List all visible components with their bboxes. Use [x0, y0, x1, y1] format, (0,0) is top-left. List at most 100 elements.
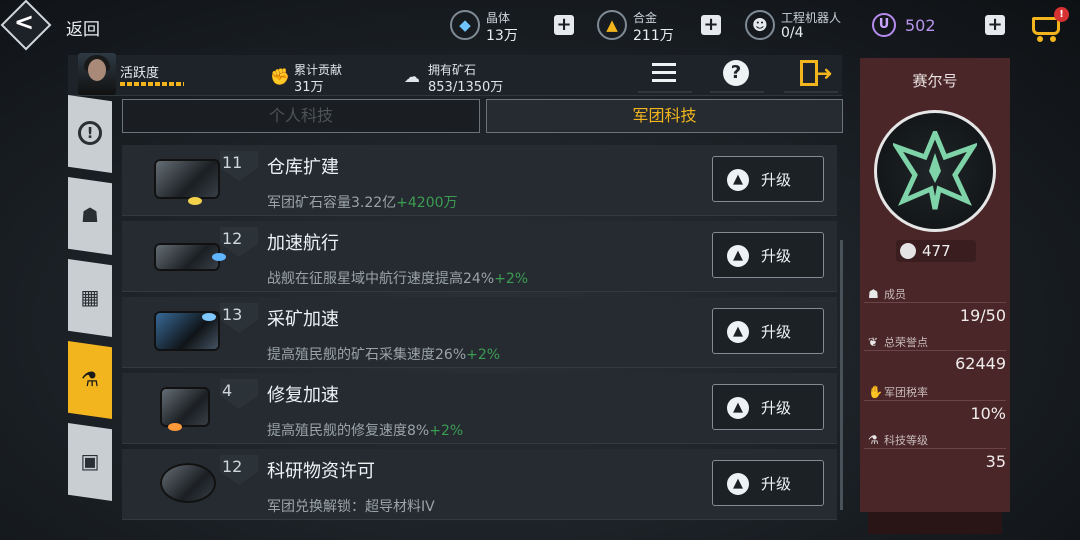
- tech-name: 加速航行: [267, 233, 339, 254]
- robot-label: 工程机器人: [781, 11, 842, 25]
- person-icon: ☗: [81, 203, 99, 227]
- back-label[interactable]: 返回: [66, 15, 100, 40]
- panel-bottom: [868, 512, 1002, 534]
- shop-cart-button[interactable]: !: [1030, 7, 1069, 43]
- back-arrow-icon[interactable]: <: [14, 8, 34, 36]
- alloy-icon: ▲: [597, 10, 627, 40]
- upgrade-button[interactable]: ▲ 升级: [712, 308, 824, 354]
- wings-icon: ❦: [868, 335, 879, 349]
- add-alloy-button[interactable]: +: [701, 15, 721, 35]
- alloy-label: 合金: [633, 11, 658, 25]
- side-nav: ! ☗ ▦ ⚗ ▣: [68, 95, 112, 515]
- hand-card-icon: ▣: [80, 449, 100, 473]
- nav-tab-base[interactable]: ▦: [68, 259, 112, 337]
- upgrade-arrow-icon: ▲: [727, 321, 749, 343]
- robot-icon: ☻: [745, 10, 775, 40]
- upgrade-button[interactable]: ▲ 升级: [712, 384, 824, 430]
- tech-level-value: 35: [985, 452, 1006, 471]
- list-icon: [652, 63, 676, 83]
- player-info-strip: 活跃度 ✊ 累计贡献 31万 ☁ 拥有矿石 853/1350万 ? ➜: [68, 53, 842, 96]
- tech-name: 仓库扩建: [267, 157, 339, 178]
- alert-icon: !: [78, 121, 102, 145]
- tech-level: 12: [222, 229, 243, 248]
- scrollbar[interactable]: [840, 240, 843, 510]
- tech-level: 13: [222, 305, 243, 324]
- honor-label: ❦ 总荣誉点: [868, 335, 928, 349]
- crystal-resource: ◆ 晶体 13万: [450, 8, 550, 44]
- nav-tab-shop[interactable]: ▣: [68, 423, 112, 501]
- crystal-label: 晶体: [486, 11, 511, 25]
- tech-row: 12 科研物资许可 军团兑换解锁：超导材料IV ▲ 升级: [122, 449, 837, 520]
- add-premium-button[interactable]: +: [985, 15, 1005, 35]
- building-icon: ▦: [80, 285, 100, 309]
- members-value: 19/50: [959, 306, 1006, 325]
- contribution-value: 31万: [294, 80, 324, 95]
- honor-value: 62449: [955, 354, 1006, 373]
- legion-score: 477: [896, 240, 976, 262]
- tech-description: 战舰在征服星域中航行速度提高24%+2%: [267, 271, 529, 287]
- tech-description: 提高殖民舰的矿石采集速度26%+2%: [267, 347, 501, 363]
- ore-icon: ☁: [404, 67, 420, 86]
- add-crystal-button[interactable]: +: [554, 15, 574, 35]
- microscope-icon: ⚗: [868, 433, 879, 447]
- legion-panel: 赛尔号 477 ☗ 成员 19/50 ❦ 总荣誉点 62449 ✋军团税率 10% …: [860, 58, 1010, 534]
- alloy-value: 211万: [633, 28, 674, 44]
- tab-personal-tech[interactable]: 个人科技: [122, 99, 480, 133]
- upgrade-button[interactable]: ▲ 升级: [712, 232, 824, 278]
- premium-currency-value: 502: [905, 16, 936, 35]
- ore-value: 853/1350万: [428, 80, 504, 95]
- tech-bonus: +2%: [466, 347, 501, 363]
- cart-wheel-icon: [1037, 36, 1043, 42]
- avatar[interactable]: [78, 53, 116, 95]
- tech-level: 12: [222, 457, 243, 476]
- upgrade-arrow-icon: ▲: [727, 397, 749, 419]
- tech-row: 4 修复加速 提高殖民舰的修复速度8%+2% ▲ 升级: [122, 373, 837, 444]
- tech-level: 4: [222, 381, 233, 400]
- tax-value: 10%: [970, 404, 1006, 423]
- premium-currency-icon: U: [872, 13, 896, 37]
- upgrade-button[interactable]: ▲ 升级: [712, 156, 824, 202]
- upgrade-arrow-icon: ▲: [727, 169, 749, 191]
- help-button[interactable]: ?: [710, 57, 764, 93]
- exit-arrow-icon: ➜: [816, 61, 833, 85]
- legion-name: 赛尔号: [912, 72, 958, 90]
- list-button[interactable]: [638, 57, 692, 93]
- tech-name: 采矿加速: [267, 309, 339, 330]
- crystal-icon: ◆: [450, 10, 480, 40]
- microscope-icon: ⚗: [81, 367, 99, 391]
- tech-name: 科研物资许可: [267, 461, 375, 482]
- activity-label: 活跃度: [120, 66, 160, 81]
- help-icon: ?: [723, 60, 749, 86]
- tech-description: 提高殖民舰的修复速度8%+2%: [267, 423, 464, 439]
- members-label: ☗ 成员: [868, 287, 906, 301]
- legion-score-value: 477: [922, 242, 951, 260]
- nav-tab-tech[interactable]: ⚗: [68, 341, 112, 419]
- tech-level-label: ⚗ 科技等级: [868, 433, 928, 447]
- activity-bar: [120, 82, 184, 86]
- tech-level: 11: [222, 153, 243, 172]
- upgrade-arrow-icon: ▲: [727, 473, 749, 495]
- coin-hand-icon: ✋: [868, 385, 883, 399]
- tab-legion-tech[interactable]: 军团科技: [486, 99, 843, 133]
- upgrade-button[interactable]: ▲ 升级: [712, 460, 824, 506]
- coin-icon: [900, 243, 916, 259]
- tech-row: 11 仓库扩建 军团矿石容量3.22亿+4200万 ▲ 升级: [122, 145, 837, 216]
- tax-label: ✋军团税率: [868, 385, 928, 399]
- robot-resource: ☻ 工程机器人 0/4: [745, 8, 855, 44]
- exit-legion-button[interactable]: ➜: [784, 57, 838, 93]
- tech-description: 军团兑换解锁：超导材料IV: [267, 499, 435, 515]
- tech-bonus: +2%: [494, 271, 529, 287]
- tech-row: 12 加速航行 战舰在征服星域中航行速度提高24%+2% ▲ 升级: [122, 221, 837, 292]
- notification-badge: !: [1054, 7, 1069, 22]
- cart-wheel-icon: [1050, 36, 1056, 42]
- members-icon: ☗: [868, 287, 879, 301]
- tech-row: 13 采矿加速 提高殖民舰的矿石采集速度26%+2% ▲ 升级: [122, 297, 837, 368]
- nav-tab-members[interactable]: ☗: [68, 177, 112, 255]
- avatar-face: [88, 59, 106, 81]
- nav-tab-notice[interactable]: !: [68, 95, 112, 173]
- legion-emblem[interactable]: [874, 110, 996, 232]
- emblem-icon: [893, 131, 977, 210]
- top-bar: < 返回 ◆ 晶体 13万 + ▲ 合金 211万 + ☻ 工程机器人 0/4 …: [0, 0, 1080, 52]
- tech-name: 修复加速: [267, 385, 339, 406]
- upgrade-arrow-icon: ▲: [727, 245, 749, 267]
